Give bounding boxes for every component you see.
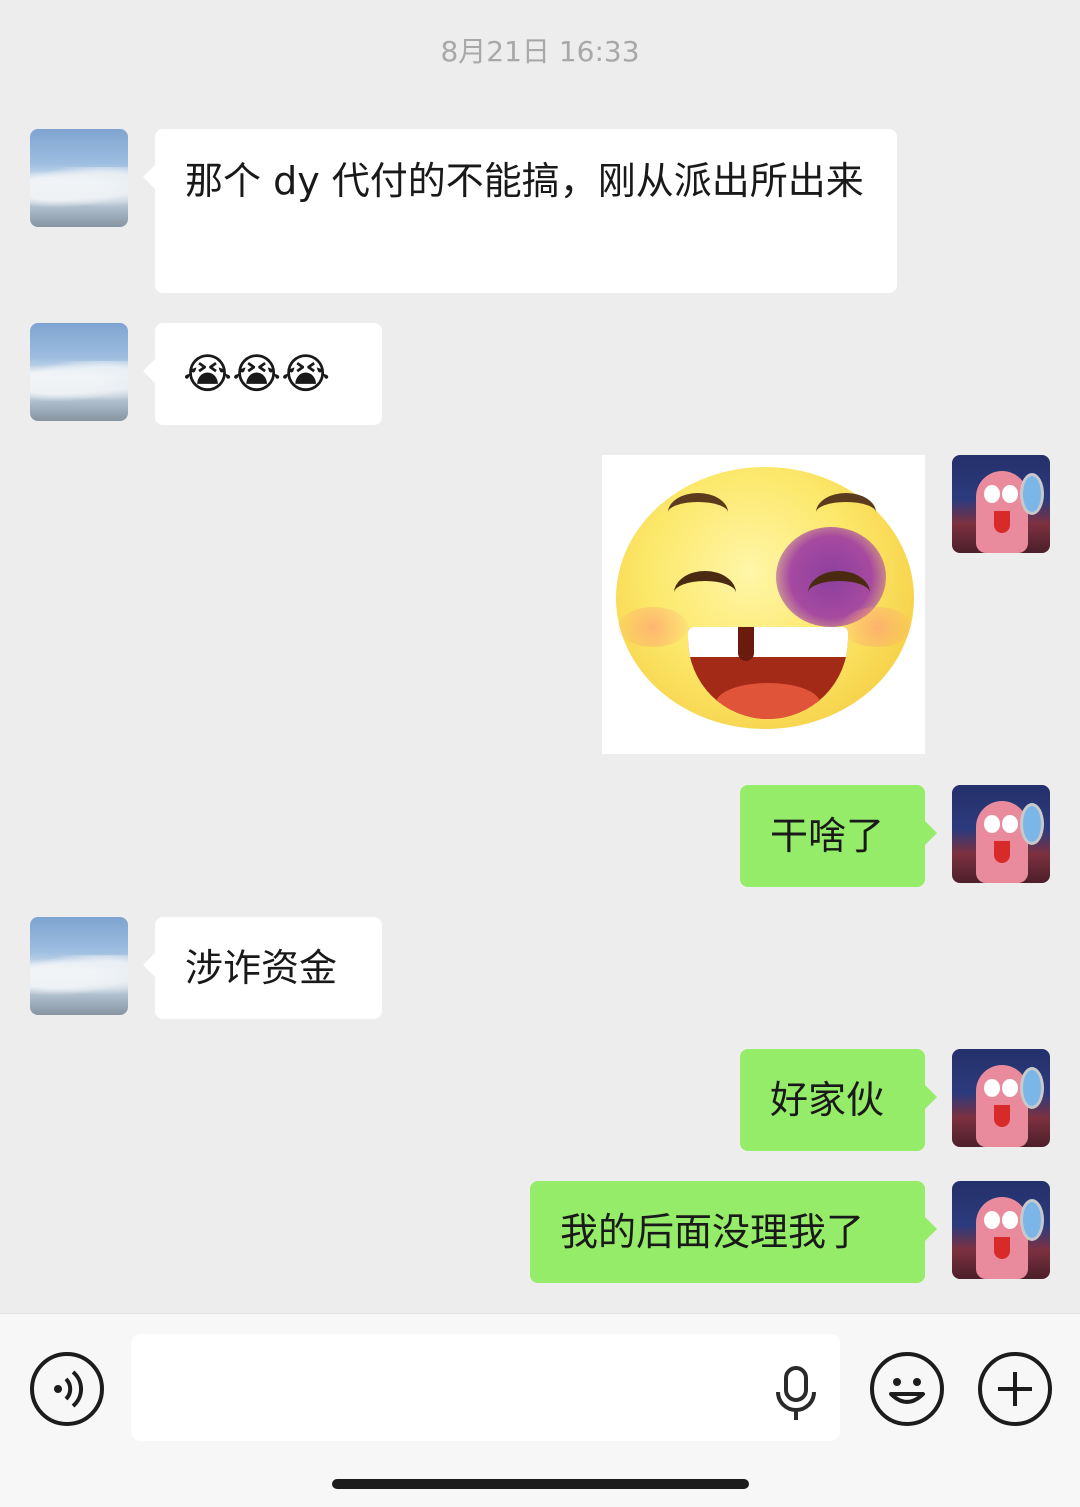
my-avatar[interactable]: [952, 455, 1050, 553]
outgoing-message-bubble[interactable]: 我的后面没理我了: [530, 1181, 937, 1283]
contact-avatar[interactable]: [30, 323, 128, 421]
message-text: 我的后面没理我了: [560, 1210, 865, 1254]
message-input[interactable]: [131, 1334, 840, 1441]
message-text: 那个 dy 代付的不能搞，刚从派出所出来: [185, 159, 864, 203]
my-avatar[interactable]: [952, 1049, 1050, 1147]
sticker-message[interactable]: [602, 455, 925, 754]
contact-avatar[interactable]: [30, 917, 128, 1015]
incoming-message-bubble[interactable]: 😭😭😭: [143, 323, 382, 425]
outgoing-message-bubble[interactable]: 干啥了: [740, 785, 937, 887]
home-indicator[interactable]: [332, 1479, 749, 1489]
chat-timestamp: 8月21日 16:33: [440, 35, 640, 68]
incoming-message-bubble[interactable]: 涉诈资金: [143, 917, 382, 1019]
message-text: 干啥了: [770, 814, 885, 858]
message-text: 😭😭😭: [183, 349, 331, 398]
plus-icon[interactable]: [978, 1352, 1052, 1426]
smiling-bruised-face-sticker-icon: [616, 467, 914, 729]
incoming-message-bubble[interactable]: 那个 dy 代付的不能搞，刚从派出所出来: [143, 129, 897, 293]
emoji-icon[interactable]: [870, 1352, 944, 1426]
voice-mode-icon[interactable]: [30, 1352, 104, 1426]
message-text: 好家伙: [770, 1078, 885, 1122]
contact-avatar[interactable]: [30, 129, 128, 227]
message-text: 涉诈资金: [185, 946, 338, 990]
outgoing-message-bubble[interactable]: 好家伙: [740, 1049, 937, 1151]
my-avatar[interactable]: [952, 785, 1050, 883]
microphone-icon[interactable]: [774, 1366, 818, 1422]
my-avatar[interactable]: [952, 1181, 1050, 1279]
